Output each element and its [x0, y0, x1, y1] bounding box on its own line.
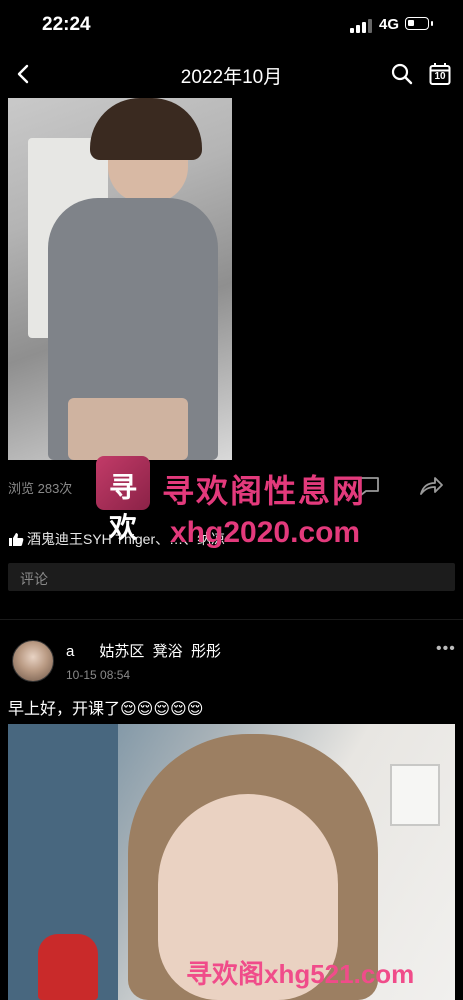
- comment-input[interactable]: 评论: [8, 563, 455, 591]
- watermark-title: 寻欢阁性息网: [162, 473, 367, 509]
- watermark-logo: 寻欢: [96, 456, 150, 543]
- more-options-button[interactable]: •••: [436, 640, 456, 658]
- post-photo[interactable]: [8, 98, 232, 460]
- thumbs-up-icon: [9, 533, 24, 546]
- status-time: 22:24: [42, 14, 91, 35]
- avatar[interactable]: [12, 640, 54, 682]
- calendar-day: 10: [434, 71, 446, 82]
- comment-placeholder: 评论: [20, 571, 48, 587]
- divider: [0, 619, 463, 620]
- share-button[interactable]: [418, 474, 444, 498]
- calendar-button[interactable]: 10: [429, 62, 451, 86]
- signal-icon: [350, 18, 372, 33]
- post-author-name[interactable]: a 姑苏区 凳浴 彤彤: [66, 640, 221, 661]
- watermark-url: xhg2020.com: [170, 516, 361, 549]
- watermark-url-bottom: 寻欢阁xhg521.com: [186, 959, 415, 989]
- share-icon: [420, 477, 443, 495]
- search-icon: [391, 63, 413, 85]
- view-count: 浏览 283次: [8, 481, 73, 496]
- network-label: 4G: [379, 16, 400, 33]
- search-button[interactable]: [390, 62, 414, 86]
- post-text: 早上好，开课了😌😌😌😌😌: [8, 701, 204, 718]
- battery-icon: [405, 17, 433, 30]
- post-time: 10-15 08:54: [66, 668, 131, 682]
